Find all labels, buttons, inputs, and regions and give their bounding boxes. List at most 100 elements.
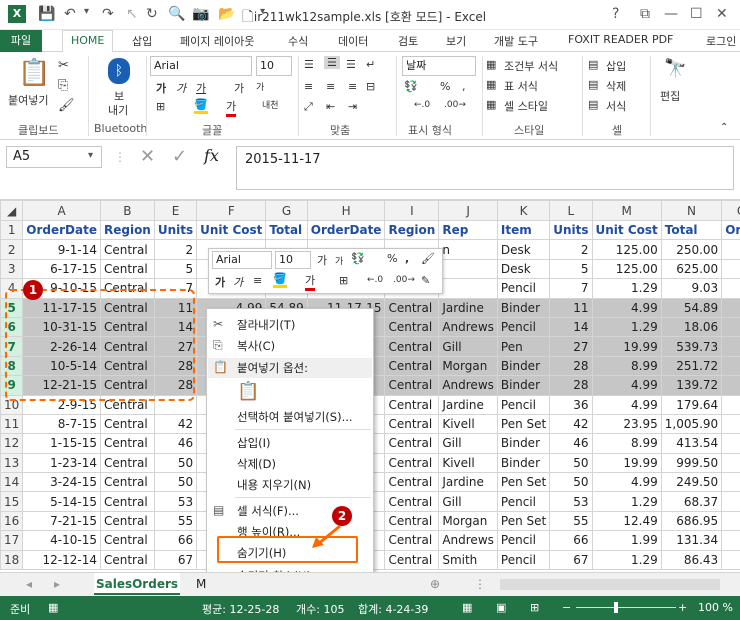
cell[interactable]: 67 xyxy=(153,549,198,571)
cell[interactable]: 86.43 xyxy=(660,549,723,571)
cell[interactable]: Pen Set xyxy=(496,413,551,435)
cell[interactable]: Total xyxy=(660,219,723,241)
cell[interactable]: Morgan xyxy=(438,510,498,532)
formula-bar-grip-icon[interactable]: ⋮ xyxy=(114,150,126,164)
collapse-ribbon-icon[interactable]: ⌃ xyxy=(720,122,728,133)
cell[interactable]: Total xyxy=(265,219,308,241)
editing-button[interactable]: 편집 xyxy=(660,88,680,104)
cell[interactable]: 9-1-14 xyxy=(22,239,101,260)
mini-italic-icon[interactable]: 가 xyxy=(233,274,243,290)
cell[interactable]: 999.50 xyxy=(660,452,723,474)
select-all-corner[interactable]: ◢ xyxy=(0,200,24,221)
bluetooth-send-label-2[interactable]: 내기 xyxy=(108,102,128,118)
cell[interactable]: Binder xyxy=(496,452,551,474)
menu-item-clear-contents[interactable]: 내용 지우기(N) xyxy=(237,477,311,493)
cell[interactable]: Pencil xyxy=(496,549,551,571)
cell[interactable]: Unit Cost xyxy=(196,219,267,241)
format-painter-icon[interactable]: 🖌 xyxy=(58,98,75,113)
cell[interactable]: 55 xyxy=(153,510,198,532)
cell[interactable]: 1-23-14 xyxy=(22,452,101,474)
paste-button[interactable]: 붙여넣기 xyxy=(8,92,48,108)
cell[interactable]: Central xyxy=(384,491,440,512)
insert-cells-button[interactable]: 삽입 xyxy=(606,58,626,74)
merge-icon[interactable]: ⊟ xyxy=(366,80,375,93)
paste-icon[interactable]: 📋 xyxy=(18,58,50,88)
cell[interactable]: Smith xyxy=(438,549,498,571)
row-header[interactable]: 15 xyxy=(0,491,24,512)
zoom-slider-track[interactable] xyxy=(576,607,676,608)
cell[interactable]: 179.64 xyxy=(660,394,723,415)
mini-format-painter-icon[interactable]: 🖌 xyxy=(421,252,435,265)
phonetic-button[interactable]: 내천 xyxy=(262,98,279,111)
cell[interactable]: 3 xyxy=(721,472,740,493)
cell[interactable]: 5-14-15 xyxy=(22,491,101,512)
cell[interactable]: Pencil xyxy=(496,530,551,551)
cell[interactable]: 7 xyxy=(721,510,740,532)
tab-data[interactable]: 데이터 xyxy=(338,33,368,49)
cell[interactable]: Jardine xyxy=(438,297,498,318)
cell[interactable]: 4.99 xyxy=(591,472,662,493)
cell[interactable]: 10 xyxy=(721,316,740,338)
insert-cells-icon[interactable]: ▤ xyxy=(588,58,598,71)
cell[interactable] xyxy=(438,258,498,280)
cell[interactable]: 251.72 xyxy=(660,355,723,377)
ribbon-display-icon[interactable]: ⧉ xyxy=(640,6,650,22)
minimize-icon[interactable]: — xyxy=(664,6,678,22)
cell[interactable]: 7 xyxy=(549,278,593,299)
cell[interactable]: 55 xyxy=(549,510,593,532)
cell[interactable]: 686.95 xyxy=(660,510,723,532)
delete-cells-icon[interactable]: ▤ xyxy=(588,78,598,91)
horizontal-scrollbar[interactable] xyxy=(500,579,720,590)
cell[interactable]: 19.99 xyxy=(591,452,662,474)
cell[interactable]: Desk xyxy=(496,239,551,260)
row-header[interactable]: 12 xyxy=(0,433,24,454)
borders-icon[interactable]: ⊞ xyxy=(156,100,165,113)
font-name-combo[interactable]: Arial xyxy=(150,56,252,76)
cell[interactable]: 53 xyxy=(549,491,593,512)
cell[interactable]: 66 xyxy=(549,530,593,551)
column-header[interactable]: H xyxy=(306,200,386,221)
cell[interactable]: Central xyxy=(384,375,440,396)
delete-cells-button[interactable]: 삭제 xyxy=(606,78,626,94)
zoom-level[interactable]: 100 % xyxy=(698,601,733,614)
row-header[interactable]: 2 xyxy=(0,239,24,260)
cell[interactable]: 3-24-15 xyxy=(22,472,101,493)
add-sheet-icon[interactable]: ⊕ xyxy=(430,573,440,595)
cell[interactable]: Central xyxy=(99,491,155,512)
normal-view-icon[interactable]: ▦ xyxy=(462,601,472,614)
cell[interactable]: 14 xyxy=(549,316,593,338)
cell[interactable]: 6 xyxy=(721,258,740,280)
prev-sheet-icon[interactable]: ◂ xyxy=(26,573,32,595)
cell[interactable]: Central xyxy=(384,355,440,377)
cell[interactable]: Gill xyxy=(438,433,498,454)
cell[interactable]: 125.00 xyxy=(591,239,662,260)
row-header[interactable]: 14 xyxy=(0,472,24,493)
column-header[interactable]: I xyxy=(384,200,440,221)
cancel-entry-icon[interactable]: ✕ xyxy=(140,146,155,167)
maximize-icon[interactable]: ☐ xyxy=(690,6,703,22)
cell[interactable]: 12.49 xyxy=(591,510,662,532)
cell[interactable]: 1.29 xyxy=(591,316,662,338)
percent-icon[interactable]: % xyxy=(440,80,450,93)
zoom-slider-thumb[interactable] xyxy=(614,602,618,613)
name-box-dropdown-icon[interactable]: ▾ xyxy=(88,150,93,161)
font-color-button[interactable]: 가 xyxy=(226,98,237,117)
cell[interactable]: Binder xyxy=(496,375,551,396)
format-table-button[interactable]: 표 서식 xyxy=(504,78,538,94)
format-cells-button[interactable]: 서식 xyxy=(606,98,626,114)
cell[interactable]: 7-21-15 xyxy=(22,510,101,532)
zoom-in-icon[interactable]: + xyxy=(678,601,687,614)
cell[interactable]: Binder xyxy=(496,433,551,454)
cell[interactable]: Central xyxy=(384,452,440,474)
cell[interactable]: n xyxy=(438,239,498,260)
cell[interactable] xyxy=(721,239,740,260)
align-middle-icon[interactable]: ☰ xyxy=(324,56,340,69)
menu-item-delete[interactable]: 삭제(D) xyxy=(237,456,276,472)
cell[interactable]: 1,005.90 xyxy=(660,413,723,435)
mini-shrink-font-button[interactable]: 가 xyxy=(335,254,343,267)
decrease-indent-icon[interactable]: ⇤ xyxy=(326,100,335,113)
conditional-format-button[interactable]: 조건부 서식 xyxy=(504,58,558,74)
comma-icon[interactable]: , xyxy=(462,80,466,93)
mini-comma-button[interactable]: , xyxy=(405,252,409,265)
column-header[interactable]: N xyxy=(660,200,723,221)
